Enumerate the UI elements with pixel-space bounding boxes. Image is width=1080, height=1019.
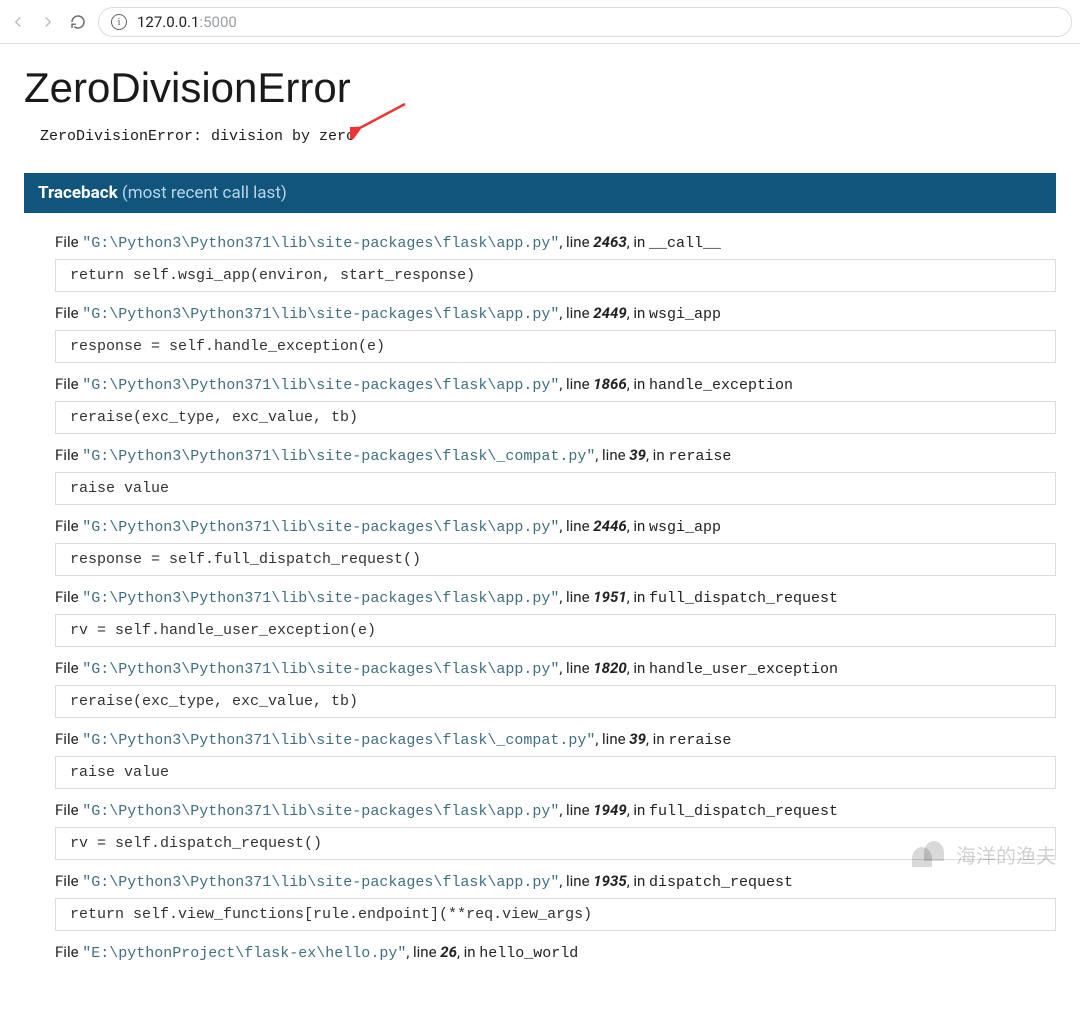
frame-line: 2446 [593,517,626,535]
frame-line: 39 [629,730,646,748]
frame-path: "G:\Python3\Python371\lib\site-packages\… [82,448,595,465]
frame-func: __call__ [649,235,721,252]
traceback-frame[interactable]: File "G:\Python3\Python371\lib\site-pack… [55,728,1056,789]
traceback-frame[interactable]: File "G:\Python3\Python371\lib\site-pack… [55,302,1056,363]
frame-location: File "E:\pythonProject\flask-ex\hello.py… [55,941,1056,969]
frame-path: "E:\pythonProject\flask-ex\hello.py" [82,945,406,962]
frame-code[interactable]: return self.view_functions[rule.endpoint… [55,898,1056,931]
frame-location: File "G:\Python3\Python371\lib\site-pack… [55,586,1056,614]
traceback-frame[interactable]: File "G:\Python3\Python371\lib\site-pack… [55,231,1056,292]
frame-func: reraise [668,732,731,749]
forward-button[interactable] [38,12,58,32]
frame-location: File "G:\Python3\Python371\lib\site-pack… [55,870,1056,898]
frame-code[interactable]: return self.wsgi_app(environ, start_resp… [55,259,1056,292]
traceback-header: Traceback (most recent call last) [24,173,1056,213]
frame-location: File "G:\Python3\Python371\lib\site-pack… [55,231,1056,259]
frame-path: "G:\Python3\Python371\lib\site-packages\… [82,377,559,394]
address-bar[interactable]: i 127.0.0.1:5000 [98,7,1072,37]
traceback-frame[interactable]: File "G:\Python3\Python371\lib\site-pack… [55,515,1056,576]
frame-func: reraise [668,448,731,465]
traceback-frames: File "G:\Python3\Python371\lib\site-pack… [24,213,1056,969]
frame-path: "G:\Python3\Python371\lib\site-packages\… [82,235,559,252]
frame-path: "G:\Python3\Python371\lib\site-packages\… [82,661,559,678]
frame-location: File "G:\Python3\Python371\lib\site-pack… [55,515,1056,543]
frame-func: wsgi_app [649,519,721,536]
traceback-frame[interactable]: File "G:\Python3\Python371\lib\site-pack… [55,586,1056,647]
frame-func: dispatch_request [649,874,793,891]
frame-code[interactable]: raise value [55,472,1056,505]
frame-func: handle_exception [649,377,793,394]
frame-location: File "G:\Python3\Python371\lib\site-pack… [55,444,1056,472]
frame-line: 39 [629,446,646,464]
frame-path: "G:\Python3\Python371\lib\site-packages\… [82,732,595,749]
url-text: 127.0.0.1:5000 [137,13,237,31]
url-host: 127.0.0.1 [137,13,199,31]
traceback-frame[interactable]: File "E:\pythonProject\flask-ex\hello.py… [55,941,1056,969]
frame-line: 2463 [593,233,626,251]
frame-path: "G:\Python3\Python371\lib\site-packages\… [82,803,559,820]
exception-title: ZeroDivisionError [24,64,1056,112]
frame-line: 1949 [593,801,626,819]
frame-func: wsgi_app [649,306,721,323]
frame-line: 1866 [593,375,626,393]
frame-func: full_dispatch_request [649,803,838,820]
frame-func: full_dispatch_request [649,590,838,607]
frame-line: 1935 [593,872,626,890]
traceback-label: Traceback [38,183,118,203]
traceback-frame[interactable]: File "G:\Python3\Python371\lib\site-pack… [55,373,1056,434]
frame-func: handle_user_exception [649,661,838,678]
frame-line: 1820 [593,659,626,677]
frame-code[interactable]: reraise(exc_type, exc_value, tb) [55,401,1056,434]
frame-code[interactable]: response = self.full_dispatch_request() [55,543,1056,576]
site-info-icon[interactable]: i [111,14,127,30]
frame-func: hello_world [479,945,578,962]
traceback-paren: (most recent call last) [122,183,287,203]
frame-line: 2449 [593,304,626,322]
frame-location: File "G:\Python3\Python371\lib\site-pack… [55,657,1056,685]
frame-code[interactable]: reraise(exc_type, exc_value, tb) [55,685,1056,718]
reload-button[interactable] [68,12,88,32]
frame-location: File "G:\Python3\Python371\lib\site-pack… [55,302,1056,330]
traceback-frame[interactable]: File "G:\Python3\Python371\lib\site-pack… [55,657,1056,718]
back-button[interactable] [8,12,28,32]
frame-path: "G:\Python3\Python371\lib\site-packages\… [82,519,559,536]
frame-line: 1951 [593,588,626,606]
frame-path: "G:\Python3\Python371\lib\site-packages\… [82,306,559,323]
traceback-frame[interactable]: File "G:\Python3\Python371\lib\site-pack… [55,444,1056,505]
frame-path: "G:\Python3\Python371\lib\site-packages\… [82,590,559,607]
frame-code[interactable]: response = self.handle_exception(e) [55,330,1056,363]
url-port: :5000 [199,13,236,31]
frame-line: 26 [440,943,457,961]
frame-code[interactable]: rv = self.dispatch_request() [55,827,1056,860]
browser-toolbar: i 127.0.0.1:5000 [0,0,1080,44]
frame-location: File "G:\Python3\Python371\lib\site-pack… [55,728,1056,756]
exception-message: ZeroDivisionError: division by zero [40,128,1056,145]
frame-location: File "G:\Python3\Python371\lib\site-pack… [55,373,1056,401]
traceback-frame[interactable]: File "G:\Python3\Python371\lib\site-pack… [55,870,1056,931]
error-page: ZeroDivisionError ZeroDivisionError: div… [0,44,1080,1019]
frame-code[interactable]: rv = self.handle_user_exception(e) [55,614,1056,647]
frame-code[interactable]: raise value [55,756,1056,789]
traceback-frame[interactable]: File "G:\Python3\Python371\lib\site-pack… [55,799,1056,860]
frame-path: "G:\Python3\Python371\lib\site-packages\… [82,874,559,891]
frame-location: File "G:\Python3\Python371\lib\site-pack… [55,799,1056,827]
